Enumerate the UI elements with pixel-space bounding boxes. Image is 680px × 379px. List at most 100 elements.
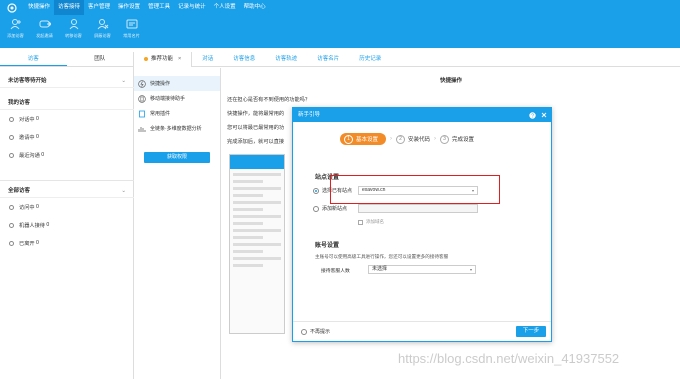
- list-item-chatting[interactable]: 对话中 0: [0, 110, 134, 128]
- preview-row: [233, 187, 281, 190]
- next-button[interactable]: 下一步: [516, 326, 546, 337]
- card-button[interactable]: 常用名片: [118, 17, 145, 47]
- tab-history[interactable]: 历史记录: [349, 52, 391, 67]
- step-number: 3: [440, 134, 450, 144]
- list-item-visiting[interactable]: 访问中 0: [0, 198, 134, 216]
- left-panel: 访客 团队 未访客等待开始 ⌄ 我的访客 对话中 0 邀请中 0 最近沟通 0 全…: [0, 52, 134, 379]
- content-line: 快捷操作，能将最常用的: [227, 111, 285, 117]
- unstarted-header[interactable]: 未访客等待开始 ⌄: [0, 74, 134, 88]
- tab-chat[interactable]: 对话: [192, 52, 223, 67]
- status-dot-icon: [9, 240, 14, 246]
- block-icon: [96, 17, 110, 31]
- transfer-icon: [67, 17, 81, 31]
- tab-team[interactable]: 团队: [67, 52, 134, 66]
- list-item-label: 访问中: [19, 204, 35, 211]
- robot-icon: [9, 222, 14, 228]
- preview-row: [233, 173, 281, 176]
- dialog-header-buttons: ?: [525, 108, 547, 122]
- list-item-inviting[interactable]: 邀请中 0: [0, 128, 134, 146]
- chart-icon: [138, 125, 146, 133]
- add-new-site-option[interactable]: 添加新站点: [313, 205, 347, 212]
- list-item-label: 已离开: [19, 240, 35, 247]
- center-tabs: 推荐功能 × 对话 访客信息 访客轨迹 访客名片 历史记录: [134, 51, 680, 67]
- preview-row: [233, 257, 281, 260]
- block-button[interactable]: 屏蔽访客: [89, 17, 116, 47]
- list-item-label: 对话中: [19, 116, 35, 123]
- tab-recommended-label: 推荐功能: [151, 55, 174, 62]
- status-dot-icon: [9, 204, 14, 210]
- feature-item-plugins[interactable]: 常用插件: [134, 106, 220, 121]
- preview-row: [233, 201, 281, 204]
- list-item-recent[interactable]: 最近沟通 0: [0, 146, 134, 164]
- list-item-count: 0: [36, 134, 39, 140]
- preview-row: [233, 194, 263, 197]
- feature-item-quick[interactable]: 快捷操作: [134, 76, 220, 91]
- list-item-count: 0: [36, 116, 39, 122]
- radio-label: 添加新站点: [322, 206, 348, 212]
- my-visitors-header[interactable]: 我的访客: [0, 96, 134, 110]
- checkbox-icon: [358, 219, 363, 225]
- radio-unselected[interactable]: [313, 205, 319, 212]
- step-basic-settings: 1 基本设置: [340, 133, 387, 145]
- menu-item-personal[interactable]: 个人设置: [210, 0, 240, 15]
- tab-visitor-track[interactable]: 访客轨迹: [265, 52, 307, 67]
- radio-selected[interactable]: [313, 187, 319, 194]
- left-tabs: 访客 团队: [0, 52, 133, 67]
- tab-visitor-info[interactable]: 访客信息: [223, 52, 265, 67]
- unstarted-section: 未访客等待开始 ⌄: [0, 74, 134, 88]
- tab-visitor-card[interactable]: 访客名片: [307, 52, 349, 67]
- step-label: 基本设置: [356, 137, 379, 143]
- lightning-icon: [138, 79, 146, 88]
- list-item-count: 0: [41, 152, 45, 158]
- add-visitor-icon: [9, 17, 23, 31]
- list-item-label: 机器人接待: [19, 222, 45, 229]
- main-menu: 快捷操作 访客接待 客户管理 操作设置 管理工具 记录与统计 个人设置 帮助中心: [0, 0, 270, 15]
- feature-item-label: 移动端接待助手: [150, 96, 186, 102]
- chevron-down-icon: ⌄: [121, 188, 126, 194]
- invite-button[interactable]: 发起邀请: [31, 17, 58, 47]
- step-install-code: 2 安装代码: [396, 133, 430, 145]
- dialog-footer: 不再提示 下一步: [293, 321, 551, 341]
- dont-show-again-option[interactable]: 不再提示: [301, 328, 330, 335]
- mobile-icon: [138, 94, 146, 103]
- add-visitor-label: 添加访客: [7, 33, 24, 38]
- feature-item-analytics[interactable]: 全链条·多维度数据分析: [134, 121, 220, 136]
- new-site-input[interactable]: [358, 204, 478, 213]
- plugin-icon: [138, 110, 146, 118]
- feature-item-label: 全链条·多维度数据分析: [150, 126, 202, 132]
- menu-item-records[interactable]: 记录与统计: [174, 0, 210, 15]
- close-icon[interactable]: ×: [178, 52, 181, 67]
- checkbox-icon[interactable]: [301, 328, 307, 335]
- list-item-robot[interactable]: 机器人接待 0: [0, 216, 134, 234]
- toolbar: 添加访客 发起邀请 转移访客 屏蔽访客 常用名片: [0, 17, 145, 47]
- preview-row: [233, 243, 281, 246]
- tab-visitors[interactable]: 访客: [0, 52, 67, 66]
- menu-item-quick[interactable]: 快捷操作: [24, 0, 54, 15]
- list-item-count: 0: [36, 240, 39, 246]
- menu-item-tools[interactable]: 管理工具: [144, 0, 174, 15]
- add-visitor-button[interactable]: 添加访客: [2, 17, 29, 47]
- menu-item-visitor-reception[interactable]: 访客接待: [54, 0, 85, 15]
- tab-recommended[interactable]: 推荐功能 ×: [134, 51, 193, 67]
- menu-item-help[interactable]: 帮助中心: [240, 0, 270, 15]
- add-domain-checkbox[interactable]: 添加域名: [358, 219, 384, 225]
- transfer-button[interactable]: 转移访客: [60, 17, 87, 47]
- agent-count-select[interactable]: 未选择 ▾: [368, 265, 476, 274]
- preview-row: [233, 250, 263, 253]
- status-dot-icon: [9, 116, 14, 122]
- transfer-label: 转移访客: [65, 33, 82, 38]
- close-icon[interactable]: [540, 112, 547, 119]
- menu-item-customers[interactable]: 客户管理: [84, 0, 114, 15]
- card-icon: [125, 17, 139, 31]
- account-settings-heading: 账号设置: [315, 243, 340, 249]
- help-icon[interactable]: ?: [529, 111, 536, 119]
- list-item-left[interactable]: 已离开 0: [0, 234, 134, 252]
- feature-item-mobile[interactable]: 移动端接待助手: [134, 91, 220, 106]
- menu-item-operation-settings[interactable]: 操作设置: [114, 0, 144, 15]
- list-item-label: 邀请中: [19, 134, 35, 141]
- preview-header: [230, 155, 284, 169]
- get-permission-button[interactable]: 获取权限: [144, 152, 210, 163]
- all-visitors-title: 全部访客: [8, 188, 31, 194]
- all-visitors-header[interactable]: 全部访客 ⌄: [0, 184, 134, 198]
- app-logo-icon: [6, 2, 18, 13]
